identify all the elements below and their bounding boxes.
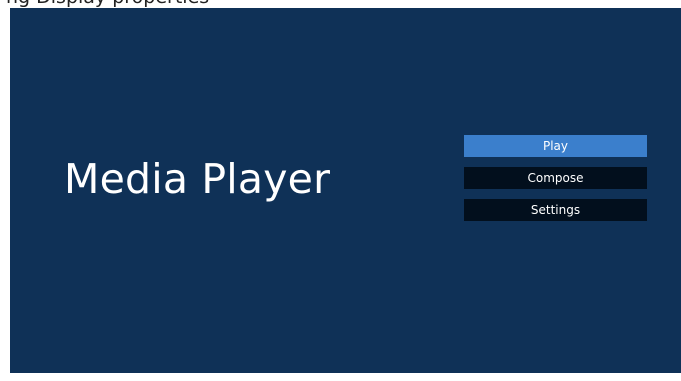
page-title: Media Player [64,155,331,203]
settings-button[interactable]: Settings [464,199,647,221]
play-button[interactable]: Play [464,135,647,157]
top-caption: ng Display properties [0,0,681,8]
main-menu: Play Compose Settings [464,135,647,231]
media-player-screen: Media Player Play Compose Settings [10,8,681,373]
compose-button[interactable]: Compose [464,167,647,189]
